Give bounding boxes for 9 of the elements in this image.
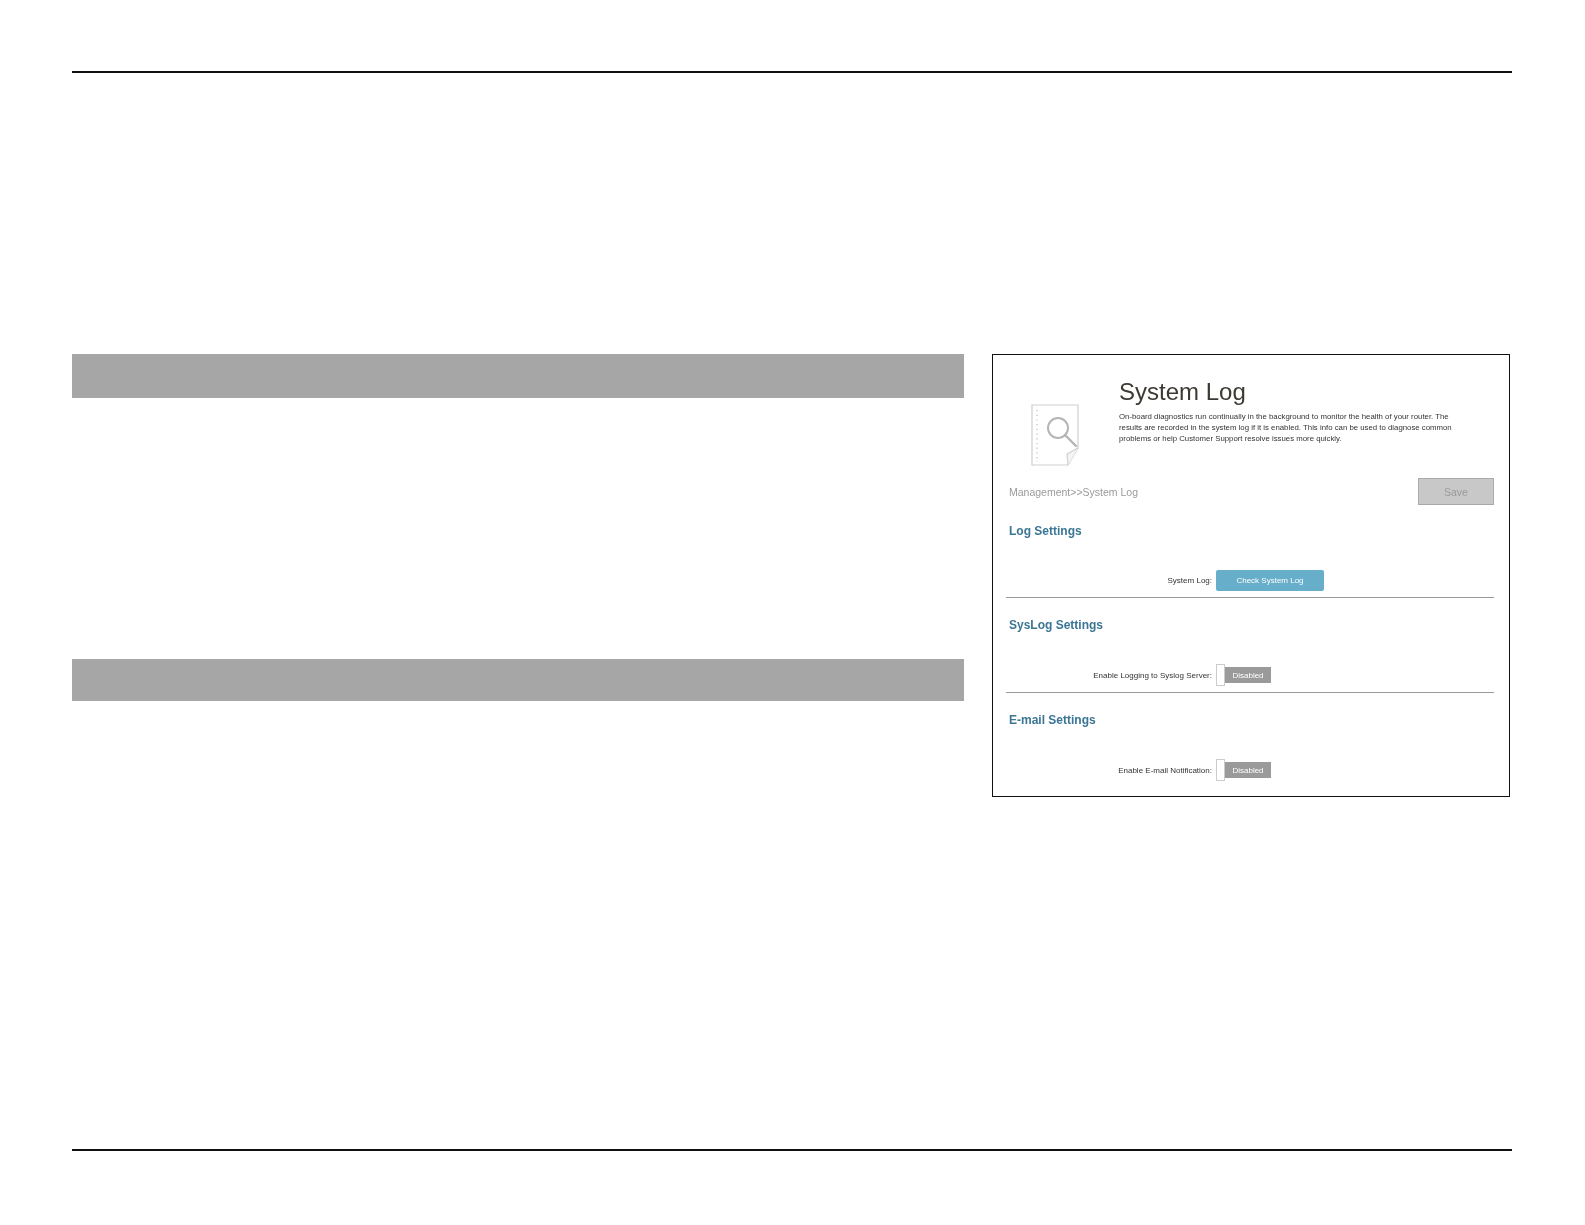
section-heading: E-mail Settings bbox=[1009, 713, 1097, 727]
breadcrumb: Management>>System Log bbox=[1009, 485, 1138, 498]
section-heading: SysLog Settings bbox=[1009, 618, 1104, 632]
section-heading: Log Settings bbox=[1009, 524, 1083, 538]
field-label: System Log: bbox=[1166, 576, 1212, 585]
field-label: Enable E-mail Notification: bbox=[1117, 765, 1212, 775]
field-label: Enable Logging to Syslog Server: bbox=[1092, 670, 1212, 680]
page-title: System Log bbox=[1119, 378, 1247, 406]
check-log-button[interactable]: Check System Log bbox=[1216, 570, 1324, 591]
